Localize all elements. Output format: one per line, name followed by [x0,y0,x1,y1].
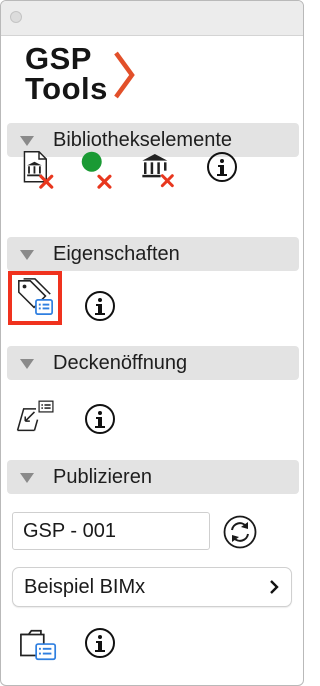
section-title: Eigenschaften [53,243,180,265]
close-window-button[interactable] [10,11,22,23]
publish-name-field[interactable]: GSP - 001 [12,512,210,550]
chevron-right-icon [270,580,279,594]
disclosure-triangle-icon[interactable] [19,472,35,484]
publish-set-dropdown[interactable]: Beispiel BIMx [12,567,292,607]
gsp-tools-logo: GSP Tools [25,43,145,108]
section-title: Publizieren [53,466,152,488]
title-bar[interactable] [1,1,303,36]
info-icon[interactable] [207,152,237,182]
library-remove-icon[interactable] [19,149,59,189]
tags-list-icon[interactable] [15,277,55,317]
info-icon[interactable] [85,291,115,321]
ceiling-opening-icon[interactable] [16,395,56,435]
section-title: Deckenöffnung [53,352,188,374]
dropdown-selected-value: Beispiel BIMx [24,576,146,598]
building-remove-icon[interactable] [139,149,179,189]
logo-chevron-icon [114,51,135,99]
palette-window: GSP Tools Bibliothekselemente Eigenschaf… [0,0,304,686]
section-header-publizieren[interactable]: Publizieren [7,460,299,494]
green-dot-remove-icon[interactable] [79,149,119,189]
info-icon[interactable] [85,628,115,658]
info-icon[interactable] [85,404,115,434]
disclosure-triangle-icon[interactable] [19,249,35,261]
section-header-eigenschaften[interactable]: Eigenschaften [7,237,299,271]
section-title: Bibliothekselemente [53,129,232,151]
section-header-deckenoeffnung[interactable]: Deckenöffnung [7,346,299,380]
publish-list-icon[interactable] [19,625,59,665]
disclosure-triangle-icon[interactable] [19,135,35,147]
disclosure-triangle-icon[interactable] [19,358,35,370]
refresh-icon[interactable] [223,515,257,549]
